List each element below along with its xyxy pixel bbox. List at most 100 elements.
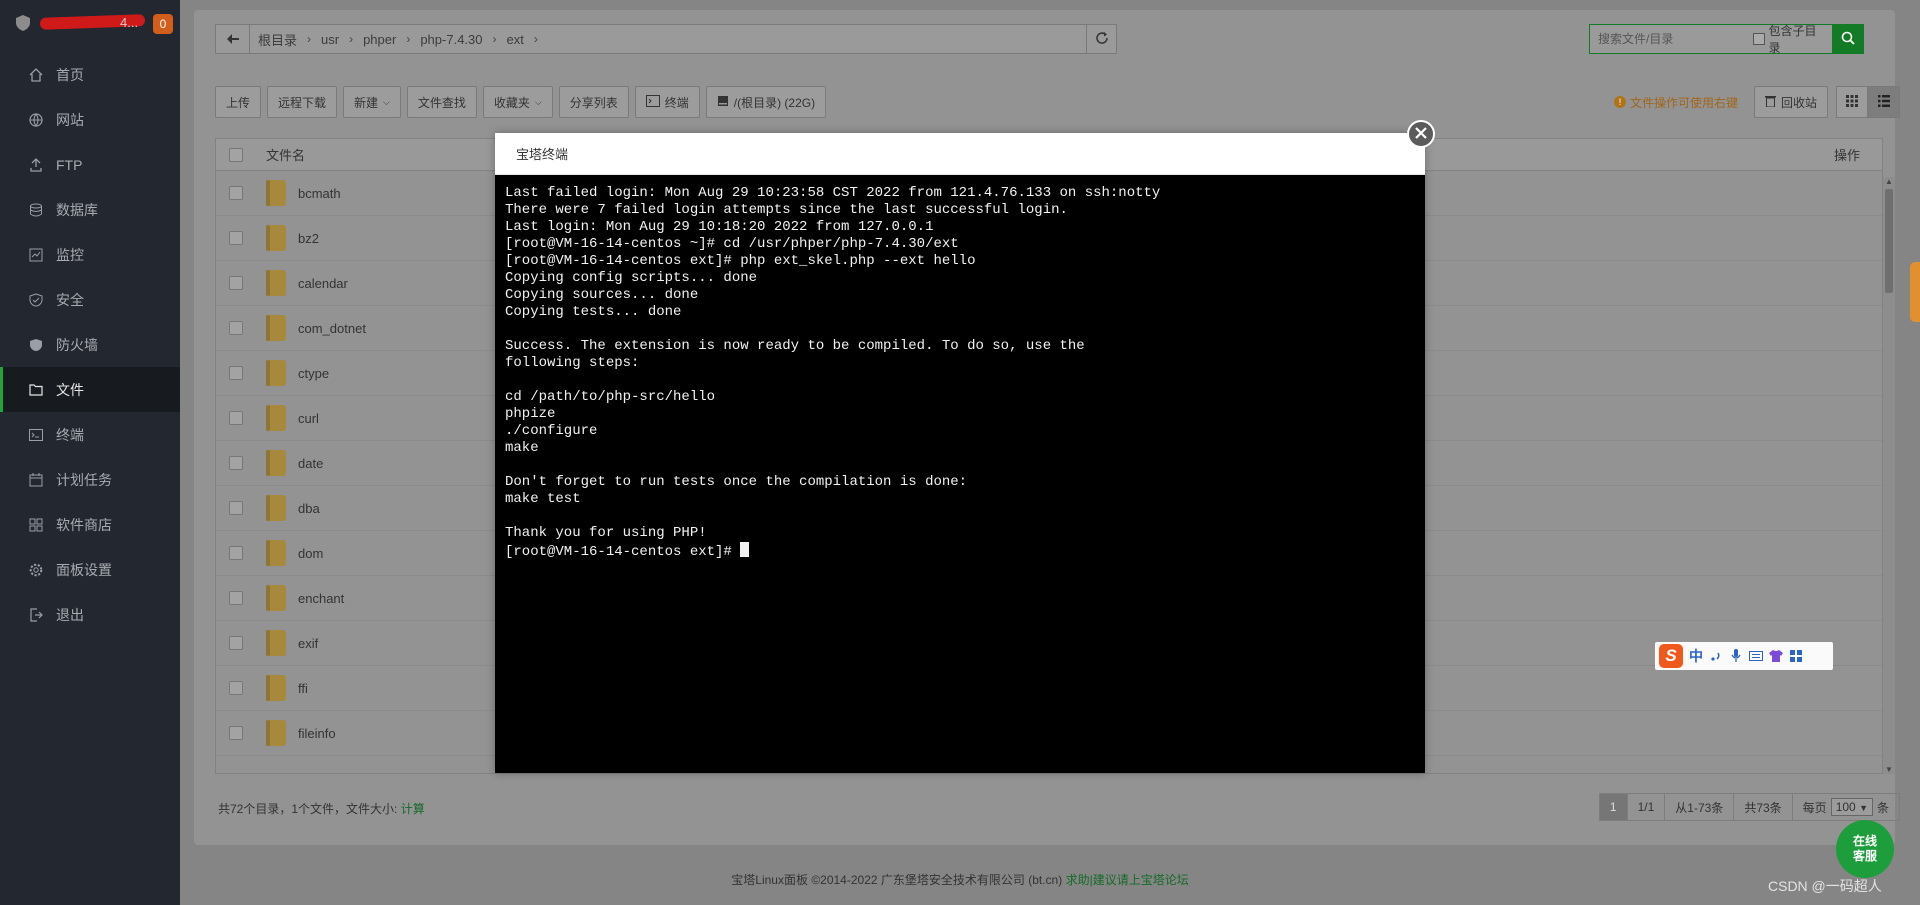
disk-button[interactable]: /(根目录) (22G): [705, 86, 827, 118]
sidebar-item-7[interactable]: 文件: [0, 367, 180, 412]
file-name[interactable]: calendar: [298, 276, 348, 291]
row-checkbox[interactable]: [229, 501, 243, 515]
search-input[interactable]: [1590, 25, 1753, 53]
file-name[interactable]: bz2: [298, 231, 319, 246]
select-all-checkbox[interactable]: [229, 147, 243, 162]
terminal-line: following steps:: [505, 355, 640, 371]
favorites-label: 收藏夹: [493, 95, 530, 110]
scrollbar-thumb[interactable]: [1885, 189, 1893, 293]
ime-toolbar[interactable]: S 中: [1655, 642, 1833, 670]
terminal-screen[interactable]: Last failed login: Mon Aug 29 10:23:58 C…: [495, 175, 1425, 773]
row-checkbox[interactable]: [229, 726, 243, 740]
scroll-down-icon[interactable]: ▼: [1885, 765, 1893, 774]
row-checkbox[interactable]: [229, 276, 243, 290]
sidebar-item-10[interactable]: 软件商店: [0, 502, 180, 547]
skin-shirt-icon[interactable]: [1769, 649, 1783, 663]
sidebar-item-12[interactable]: 退出: [0, 592, 180, 637]
side-feedback-tab[interactable]: [1910, 262, 1920, 322]
include-subdir-label: 包含子目录: [1768, 24, 1817, 55]
sidebar-item-5[interactable]: 安全: [0, 277, 180, 322]
breadcrumb-item[interactable]: usr: [321, 32, 339, 47]
remote-download-button[interactable]: 远程下载: [267, 86, 338, 118]
sidebar-item-label: 首页: [56, 66, 84, 83]
row-checkbox[interactable]: [229, 591, 243, 605]
file-name[interactable]: date: [298, 456, 323, 471]
online-support-button[interactable]: 在线 客服: [1836, 820, 1894, 878]
notification-badge[interactable]: 0: [153, 14, 173, 34]
sidebar-item-label: 退出: [56, 606, 84, 623]
row-checkbox[interactable]: [229, 681, 243, 695]
sidebar-item-11[interactable]: 面板设置: [0, 547, 180, 592]
refresh-button[interactable]: [1086, 25, 1116, 53]
breadcrumb-item[interactable]: 根目录: [258, 30, 297, 49]
include-subdir-checkbox[interactable]: [1753, 33, 1765, 45]
brand: 4... 0: [0, 0, 180, 48]
terminal-line: Success. The extension is now ready to b…: [505, 338, 1085, 354]
file-search-button[interactable]: 文件查找: [406, 86, 477, 118]
sidebar-item-8[interactable]: 终端: [0, 412, 180, 457]
sidebar-item-4[interactable]: 监控: [0, 232, 180, 277]
row-checkbox[interactable]: [229, 231, 243, 245]
sidebar-item-2[interactable]: FTP: [0, 142, 180, 187]
sidebar-item-6[interactable]: 防火墙: [0, 322, 180, 367]
sidebar-item-3[interactable]: 数据库: [0, 187, 180, 232]
forum-link[interactable]: 求助|建议请上宝塔论坛: [1066, 873, 1189, 887]
file-name[interactable]: dom: [298, 546, 323, 561]
row-checkbox[interactable]: [229, 546, 243, 560]
favorites-dropdown-button[interactable]: 收藏夹 ⌵: [482, 86, 553, 118]
recycle-bin-button[interactable]: 回收站: [1753, 86, 1828, 118]
breadcrumb-item[interactable]: php-7.4.30: [420, 32, 482, 47]
row-checkbox[interactable]: [229, 321, 243, 335]
page-current-button[interactable]: 1: [1599, 794, 1628, 820]
folder-icon: [266, 540, 286, 566]
punctuation-icon[interactable]: [1709, 649, 1723, 663]
file-name[interactable]: ctype: [298, 366, 329, 381]
keyboard-icon[interactable]: [1749, 649, 1763, 663]
grid-view-button[interactable]: [1836, 86, 1868, 118]
terminal-line: phpize: [505, 406, 556, 422]
row-checkbox[interactable]: [229, 456, 243, 470]
share-list-button[interactable]: 分享列表: [558, 86, 629, 118]
breadcrumb-item[interactable]: phper: [363, 32, 396, 47]
database-icon: [28, 202, 44, 218]
scroll-up-icon[interactable]: ▲: [1885, 177, 1893, 186]
breadcrumb-item[interactable]: ext: [507, 32, 524, 47]
include-subdir-option[interactable]: 包含子目录: [1753, 22, 1832, 56]
ime-language[interactable]: 中: [1689, 646, 1703, 666]
list-view-button[interactable]: [1868, 86, 1900, 118]
row-checkbox[interactable]: [229, 411, 243, 425]
microphone-icon[interactable]: [1729, 649, 1743, 663]
disk-label: /(根目录) (22G): [733, 95, 816, 110]
brand-suffix: 4...: [120, 15, 139, 30]
folder-icon: [266, 675, 286, 701]
table-scrollbar[interactable]: ▲ ▼: [1883, 177, 1895, 774]
file-name[interactable]: dba: [298, 501, 320, 516]
sogou-logo-icon[interactable]: S: [1659, 644, 1683, 668]
file-name[interactable]: exif: [298, 636, 318, 651]
file-name[interactable]: ffi: [298, 681, 308, 696]
per-page-select[interactable]: 100 ▼: [1830, 798, 1873, 816]
toolbox-icon[interactable]: [1789, 649, 1803, 663]
new-dropdown-button[interactable]: 新建 ⌵: [343, 86, 401, 118]
sidebar-item-1[interactable]: 网站: [0, 97, 180, 142]
close-modal-button[interactable]: [1407, 120, 1435, 148]
terminal-button[interactable]: 终端: [634, 86, 700, 118]
row-checkbox[interactable]: [229, 366, 243, 380]
file-name[interactable]: com_dotnet: [298, 321, 366, 336]
file-name[interactable]: bcmath: [298, 186, 341, 201]
file-name[interactable]: curl: [298, 411, 319, 426]
search-button[interactable]: [1831, 24, 1864, 54]
upload-button[interactable]: 上传: [215, 86, 262, 118]
folder-icon: [266, 360, 286, 386]
chevron-right-icon: ›: [533, 32, 538, 46]
ftp-icon: [28, 157, 44, 173]
terminal-line: make: [505, 440, 539, 456]
file-name[interactable]: enchant: [298, 591, 344, 606]
back-button[interactable]: [216, 25, 250, 53]
calculate-size-link[interactable]: 计算: [401, 802, 425, 816]
sidebar-item-9[interactable]: 计划任务: [0, 457, 180, 502]
sidebar-item-0[interactable]: 首页: [0, 52, 180, 97]
row-checkbox[interactable]: [229, 186, 243, 200]
file-name[interactable]: fileinfo: [298, 726, 336, 741]
row-checkbox[interactable]: [229, 636, 243, 650]
